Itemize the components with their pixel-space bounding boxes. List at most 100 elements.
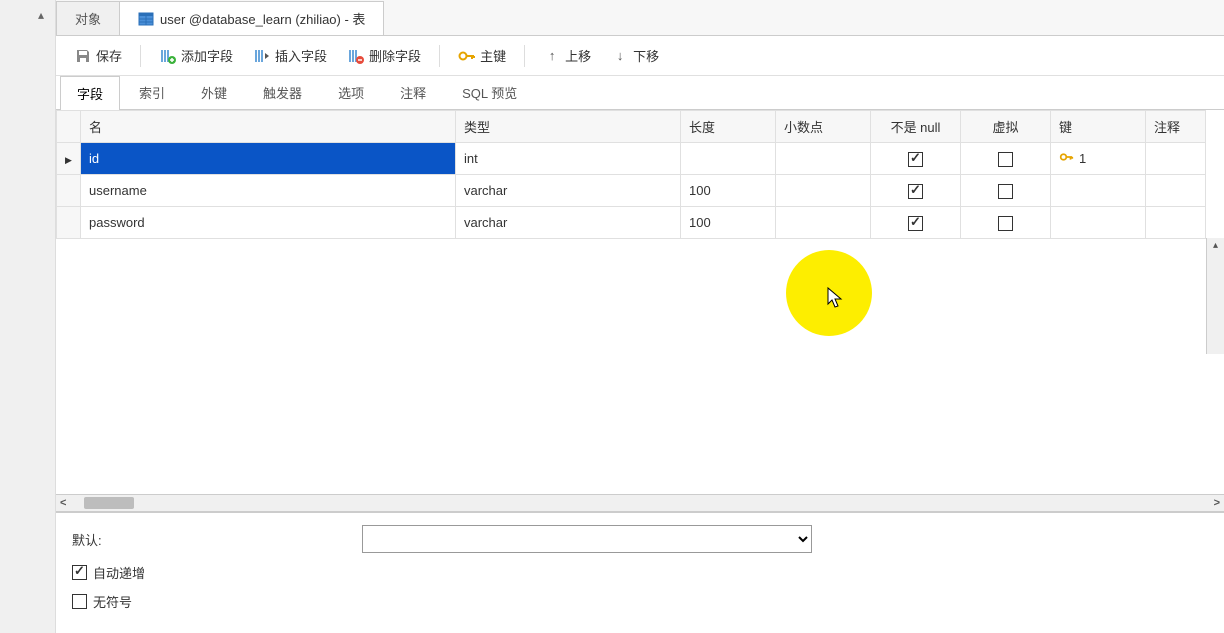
table-icon: [138, 11, 154, 27]
cell-virtual[interactable]: [961, 207, 1051, 239]
cell-key[interactable]: [1051, 175, 1146, 207]
tab-fields-label: 字段: [77, 87, 103, 102]
tab-triggers[interactable]: 触发器: [246, 75, 319, 109]
tab-indexes[interactable]: 索引: [122, 75, 182, 109]
main-area: 对象 user @database_learn (zhiliao) - 表 保存…: [56, 0, 1224, 633]
tab-comment-label: 注释: [400, 86, 426, 101]
row-header-col: [57, 111, 81, 143]
tab-comment[interactable]: 注释: [383, 75, 443, 109]
cell-comment[interactable]: [1146, 175, 1206, 207]
table-row[interactable]: idint 1: [57, 143, 1206, 175]
col-type-header[interactable]: 类型: [456, 111, 681, 143]
arrow-up-icon: ↑: [543, 47, 561, 65]
cell-type[interactable]: varchar: [456, 175, 681, 207]
primary-key-button[interactable]: 主键: [450, 42, 514, 69]
move-down-label: 下移: [633, 46, 659, 65]
key-number: 1: [1079, 151, 1086, 166]
toolbar-separator: [140, 45, 141, 67]
cell-key[interactable]: 1: [1051, 143, 1146, 175]
cell-decimals[interactable]: [776, 143, 871, 175]
table-row[interactable]: usernamevarchar100: [57, 175, 1206, 207]
cell-name[interactable]: password: [81, 207, 456, 239]
tab-table-editor[interactable]: user @database_learn (zhiliao) - 表: [119, 1, 384, 35]
fields-grid[interactable]: 名 类型 长度 小数点 不是 null 虚拟 键 注释 idint 1 userna…: [56, 110, 1206, 239]
row-indicator: [57, 175, 81, 207]
tab-foreign-keys[interactable]: 外键: [184, 75, 244, 109]
key-icon: [458, 47, 476, 65]
cell-notnull[interactable]: [871, 175, 961, 207]
save-label: 保存: [96, 46, 122, 65]
cell-type[interactable]: varchar: [456, 207, 681, 239]
unsigned-checkbox[interactable]: [72, 594, 87, 609]
col-decimals-header[interactable]: 小数点: [776, 111, 871, 143]
tab-indexes-label: 索引: [139, 86, 165, 101]
cell-name[interactable]: id: [81, 143, 456, 175]
save-icon: [74, 47, 92, 65]
virtual-checkbox[interactable]: [998, 184, 1013, 199]
col-key-header[interactable]: 键: [1051, 111, 1146, 143]
col-name-header[interactable]: 名: [81, 111, 456, 143]
table-row[interactable]: passwordvarchar100: [57, 207, 1206, 239]
auto-increment-checkbox[interactable]: [72, 565, 87, 580]
scroll-right-icon: >: [1214, 497, 1220, 509]
tab-options[interactable]: 选项: [321, 75, 381, 109]
cell-virtual[interactable]: [961, 143, 1051, 175]
virtual-checkbox[interactable]: [998, 152, 1013, 167]
field-properties-panel: 默认: 自动递增 无符号: [56, 512, 1224, 633]
left-gutter: ▴: [0, 0, 56, 633]
gutter-chevron-icon: ▴: [38, 8, 44, 22]
delete-field-label: 删除字段: [369, 46, 421, 65]
col-length-header[interactable]: 长度: [681, 111, 776, 143]
unsigned-label: 无符号: [93, 592, 132, 611]
delete-field-button[interactable]: 删除字段: [339, 42, 429, 69]
insert-field-label: 插入字段: [275, 46, 327, 65]
default-value-select[interactable]: [362, 525, 812, 553]
move-down-button[interactable]: ↓ 下移: [603, 42, 667, 69]
cell-type[interactable]: int: [456, 143, 681, 175]
tab-sql-preview-label: SQL 预览: [462, 86, 517, 101]
tab-sql-preview[interactable]: SQL 预览: [445, 75, 534, 109]
add-field-label: 添加字段: [181, 46, 233, 65]
move-up-button[interactable]: ↑ 上移: [535, 42, 599, 69]
notnull-checkbox[interactable]: [908, 216, 923, 231]
auto-increment-label: 自动递增: [93, 563, 145, 582]
delete-field-icon: [347, 47, 365, 65]
insert-field-icon: [253, 47, 271, 65]
add-field-button[interactable]: 添加字段: [151, 42, 241, 69]
insert-field-button[interactable]: 插入字段: [245, 42, 335, 69]
vertical-scrollbar[interactable]: ▴: [1206, 238, 1224, 354]
arrow-down-icon: ↓: [611, 47, 629, 65]
tab-objects[interactable]: 对象: [56, 1, 120, 35]
save-button[interactable]: 保存: [66, 42, 130, 69]
tab-options-label: 选项: [338, 86, 364, 101]
notnull-checkbox[interactable]: [908, 152, 923, 167]
tab-foreign-keys-label: 外键: [201, 86, 227, 101]
col-virtual-header[interactable]: 虚拟: [961, 111, 1051, 143]
cell-virtual[interactable]: [961, 175, 1051, 207]
cell-length[interactable]: 100: [681, 175, 776, 207]
row-indicator: [57, 143, 81, 175]
section-tabs: 字段 索引 外键 触发器 选项 注释 SQL 预览: [56, 76, 1224, 110]
row-indicator: [57, 207, 81, 239]
cell-length[interactable]: [681, 143, 776, 175]
cell-decimals[interactable]: [776, 207, 871, 239]
tab-fields[interactable]: 字段: [60, 76, 120, 110]
tab-triggers-label: 触发器: [263, 86, 302, 101]
cell-name[interactable]: username: [81, 175, 456, 207]
cell-notnull[interactable]: [871, 207, 961, 239]
horizontal-scrollbar[interactable]: < >: [56, 494, 1224, 512]
virtual-checkbox[interactable]: [998, 216, 1013, 231]
cell-notnull[interactable]: [871, 143, 961, 175]
primary-key-icon: [1059, 150, 1075, 167]
cell-length[interactable]: 100: [681, 207, 776, 239]
cell-comment[interactable]: [1146, 207, 1206, 239]
cell-decimals[interactable]: [776, 175, 871, 207]
scrollbar-thumb[interactable]: [84, 497, 134, 509]
scroll-left-icon: <: [60, 497, 66, 509]
notnull-checkbox[interactable]: [908, 184, 923, 199]
col-notnull-header[interactable]: 不是 null: [871, 111, 961, 143]
cell-key[interactable]: [1051, 207, 1146, 239]
cell-comment[interactable]: [1146, 143, 1206, 175]
toolbar-separator: [524, 45, 525, 67]
col-comment-header[interactable]: 注释: [1146, 111, 1206, 143]
